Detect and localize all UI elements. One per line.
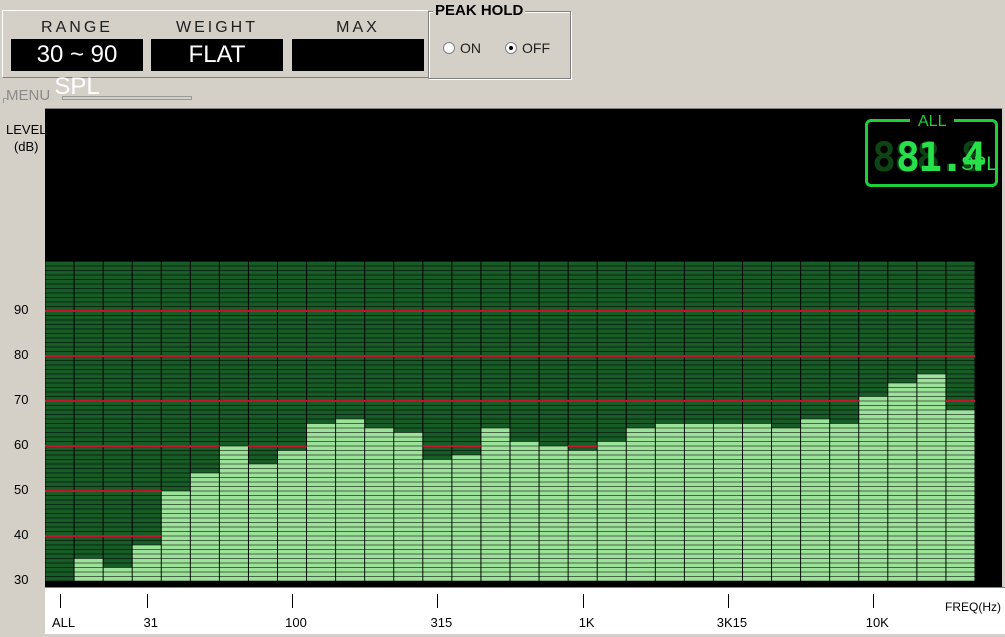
x-tick-mark: [873, 594, 875, 608]
spectrum-bar: [510, 441, 539, 581]
weight-value: FLAT: [151, 39, 283, 71]
x-tick-mark: [146, 594, 148, 608]
x-tick-label: 1K: [578, 615, 595, 630]
menu-title: MENU: [6, 87, 51, 104]
spectrum-bar: [568, 450, 597, 581]
frequency-axis: [45, 587, 1005, 634]
y-tick-label: 50: [14, 482, 29, 497]
spectrum-bar: [830, 423, 859, 581]
spectrum-bar: [859, 396, 888, 581]
inactive-band-column: [74, 261, 103, 581]
menu-divider: [62, 96, 192, 100]
range-label: RANGE: [41, 19, 113, 36]
y-axis-label: LEVEL (dB): [6, 121, 46, 155]
radio-checked-icon: [505, 42, 517, 54]
x-tick-label: 3K15: [716, 615, 748, 630]
y-axis-label-line-1: LEVEL: [6, 122, 47, 137]
spectrum-bar: [713, 423, 742, 581]
y-axis-label-line-2: (dB): [13, 139, 39, 154]
x-tick-mark: [727, 594, 729, 608]
x-tick-label: 10K: [865, 615, 889, 630]
peak-hold-off-radio[interactable]: OFF: [505, 39, 550, 57]
spectrum-plot-area: [45, 108, 1002, 587]
y-tick-label: 40: [14, 527, 29, 542]
readout-title: ALL: [910, 113, 955, 131]
meter-settings-panel: RANGE 30 ~ 90 SPL WEIGHT FLAT MAX: [2, 10, 429, 100]
spectrum-bar: [103, 567, 132, 581]
y-tick-label: 60: [14, 437, 29, 452]
inactive-band-column: [45, 261, 74, 581]
radio-unchecked-icon: [443, 42, 455, 54]
peak-hold-group: PEAK HOLD ON OFF: [428, 2, 571, 79]
x-tick-mark: [292, 594, 294, 608]
x-tick-mark: [437, 594, 439, 608]
x-tick-mark: [582, 594, 584, 608]
spectrum-bar: [743, 423, 772, 581]
spectrum-bar: [684, 423, 713, 581]
spectrum-bar: [74, 558, 103, 581]
max-value: [292, 39, 424, 71]
y-tick-label: 30: [14, 572, 29, 587]
readout-unit: SPL: [961, 154, 997, 175]
weight-label: WEIGHT: [176, 19, 258, 36]
peak-hold-on-radio[interactable]: ON: [443, 39, 481, 57]
x-tick-label: ALL: [51, 615, 76, 630]
inactive-band-column: [103, 261, 132, 581]
y-tick-label: 90: [14, 302, 29, 317]
spectrum-bar: [655, 423, 684, 581]
x-tick-label: 100: [285, 615, 307, 630]
x-tick-label: 31: [143, 615, 158, 630]
inactive-band-column: [132, 261, 161, 581]
spectrum-bar: [307, 423, 336, 581]
y-tick-label: 80: [14, 347, 29, 362]
x-axis-label: FREQ(Hz): [945, 600, 1001, 614]
spectrum-bar: [278, 450, 307, 581]
spectrum-bar: [597, 441, 626, 581]
y-tick-label: 70: [14, 392, 29, 407]
peak-hold-on-label: ON: [460, 40, 481, 56]
x-tick-label: 315: [430, 615, 453, 630]
overall-spl-readout: ALL 888.8 81.4 SPL: [865, 113, 998, 187]
range-value: 30 ~ 90 SPL: [11, 39, 143, 100]
spectrum-chart: [45, 109, 1002, 587]
peak-hold-title: PEAK HOLD: [433, 2, 526, 19]
max-label: MAX: [336, 19, 380, 36]
x-tick-mark: [59, 594, 61, 608]
peak-hold-off-label: OFF: [522, 40, 550, 56]
